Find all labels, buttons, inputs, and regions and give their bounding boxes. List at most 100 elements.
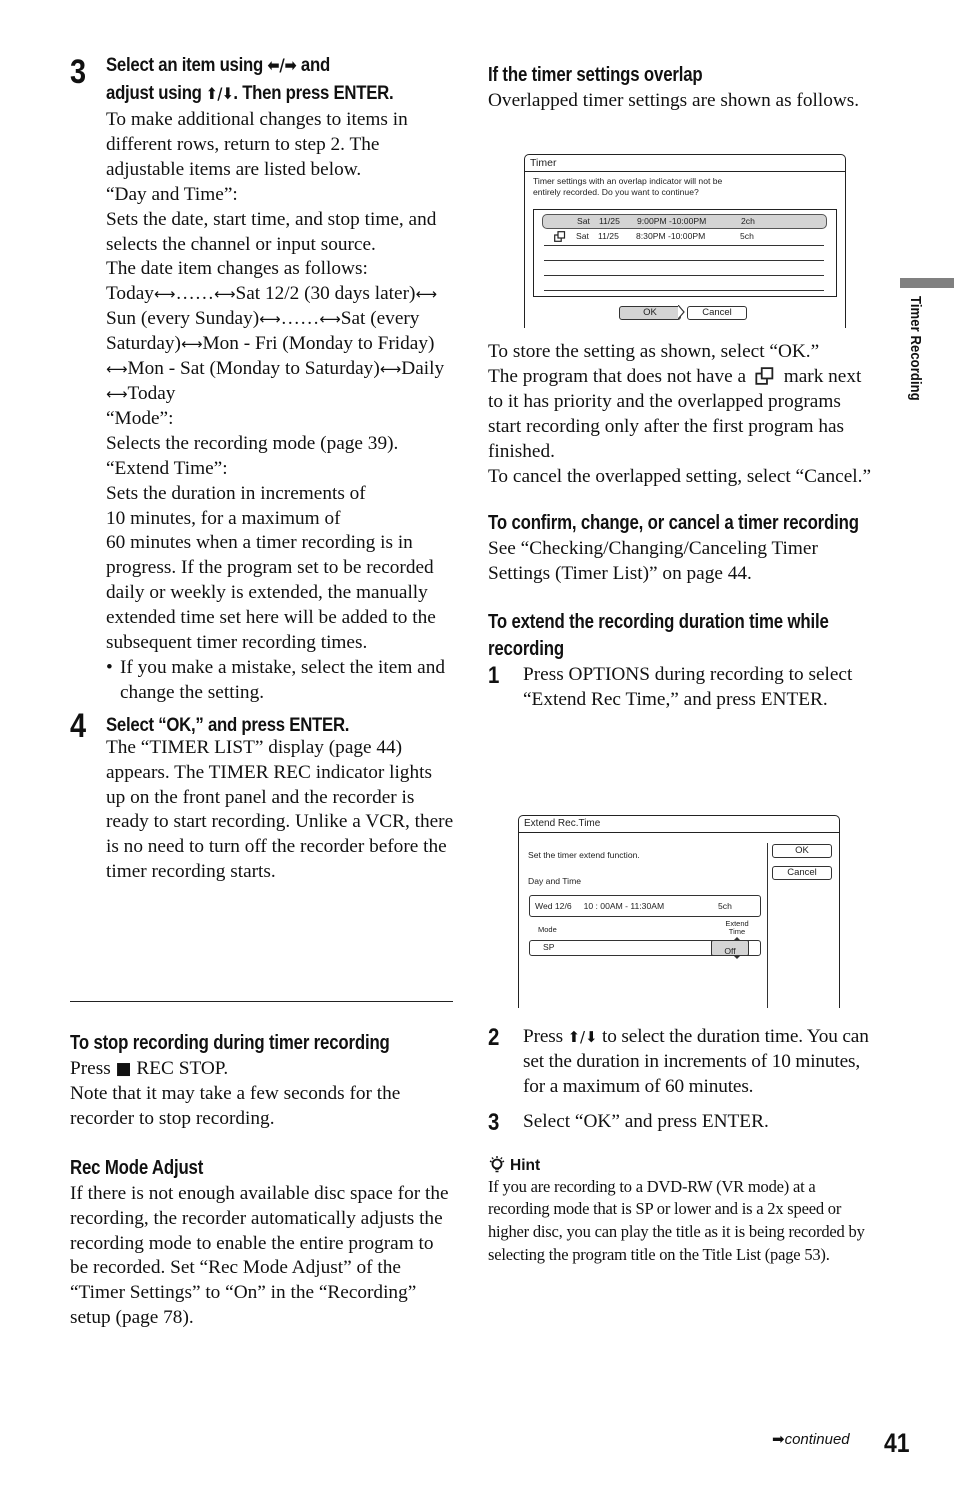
- step-number: 3: [488, 1108, 500, 1136]
- extend-label: “Extend Time”:: [106, 457, 228, 479]
- page-number: 41: [884, 1428, 910, 1458]
- screen-title: Extend Rec.Time: [519, 816, 839, 833]
- left-right-arrow-icon: ⟷: [379, 360, 402, 379]
- step-number: 3: [70, 53, 87, 91]
- paragraph: The date item changes as follows:: [106, 258, 368, 280]
- overlap-icon: [755, 367, 774, 385]
- left-right-arrow-icon: ⟷: [214, 285, 236, 304]
- stop-section: To stop recording during timer recording…: [70, 1030, 455, 1331]
- date-sequence: Today ⟷ …… ⟷ Sat 12/2 (30 days later) ⟷ …: [106, 282, 455, 407]
- continued-indicator: ➡continued: [772, 1430, 850, 1448]
- row-divider: [544, 260, 824, 261]
- day-time-field[interactable]: Wed 12/6 10 : 00AM - 11:30AM 5ch: [529, 895, 761, 917]
- screen-title: Timer: [525, 155, 845, 172]
- mode-label: “Mode”:: [106, 407, 174, 429]
- left-right-arrow-icon: ⟷: [415, 285, 437, 304]
- left-right-arrow-icon: ⟷: [153, 285, 176, 304]
- extend-desc: 60 minutes when a timer recording is in …: [106, 532, 436, 654]
- section-heading: To extend the recording duration time wh…: [488, 611, 829, 661]
- date-option: Sun (every Sunday): [106, 308, 260, 330]
- hint-heading: Hint: [488, 1155, 878, 1176]
- step-number: 4: [70, 706, 87, 745]
- date-option: ……: [175, 283, 214, 305]
- extend-time-label: Extend Time: [725, 919, 749, 936]
- step-title: Select an item using ⬅/➡ and adjust usin…: [106, 54, 394, 104]
- date-option: Mon - Sat (Monday to Saturday): [127, 358, 380, 380]
- screen-message: Set the timer extend function.: [528, 850, 640, 860]
- paragraph: To make additional changes to items in d…: [106, 109, 408, 180]
- right-arrow-icon: ➡: [772, 1430, 785, 1448]
- left-right-arrow-icon: ⟷: [180, 335, 203, 354]
- mode-desc: Selects the recording mode (page 39).: [106, 432, 399, 454]
- timer-row[interactable]: Sat 11/25 8:30PM -10:00PM 5ch: [542, 230, 825, 243]
- left-right-arrow-icon: ⟷: [106, 360, 128, 379]
- down-arrow-icon: [733, 955, 741, 959]
- step-number: 2: [488, 1024, 500, 1051]
- left-right-arrow-icon: ⟷: [319, 310, 341, 329]
- step-4-body: The “TIMER LIST” display (page 44) appea…: [106, 736, 454, 883]
- mode-label: Mode: [538, 925, 557, 934]
- up-down-arrows-icon: ⬆/⬇: [206, 84, 234, 103]
- step-3: 3 Select an item using ⬅/➡ and adjust us…: [70, 52, 455, 104]
- paragraph: To store the setting as shown, select “O…: [488, 341, 820, 362]
- hint-body: If you are recording to a DVD-RW (VR mod…: [488, 1176, 865, 1264]
- date-option: Today: [106, 283, 154, 305]
- button-panel-divider: [767, 843, 768, 1008]
- date-option: Sat 12/2 (30 days later): [235, 283, 416, 305]
- left-right-arrow-icon: ⟷: [259, 310, 281, 329]
- paragraph: “Day and Time”:: [106, 183, 238, 205]
- date-option: Today: [127, 382, 176, 404]
- extend-desc: Sets the duration in increments of: [106, 482, 366, 504]
- left-right-arrow-icon: ⟷: [106, 384, 128, 403]
- overlap-section: If the timer settings overlap Overlapped…: [488, 62, 873, 114]
- overlap-intro: Overlapped timer settings are shown as f…: [488, 90, 860, 111]
- stop-line-2: Note that it may take a few seconds for …: [70, 1082, 401, 1129]
- extend-rec-time-screen: Extend Rec.Time Set the timer extend fun…: [518, 815, 840, 1008]
- cancel-button[interactable]: Cancel: [687, 306, 747, 320]
- cancel-button[interactable]: Cancel: [772, 866, 832, 880]
- extend-step-3: 3 Select “OK” and press ENTER.: [488, 1108, 769, 1136]
- step-4: 4 Select “OK,” and press ENTER.: [70, 708, 455, 744]
- lightbulb-icon: [489, 1155, 505, 1172]
- paragraph: Sets the date, start time, and stop time…: [106, 208, 437, 255]
- left-right-arrows-icon: ⬅/➡: [267, 56, 297, 76]
- paragraph: To cancel the overlapped setting, select…: [488, 465, 872, 487]
- timer-list: Sat 11/25 9:00PM -10:00PM 2ch Sat 11/25 …: [533, 209, 837, 297]
- extend-steps: 2 Press ⬆/⬇ to select the duration time.…: [488, 1025, 878, 1266]
- bullet-note: If you make a mistake, select the item a…: [106, 656, 455, 706]
- left-column: 3 Select an item using ⬅/➡ and adjust us…: [70, 52, 455, 885]
- timer-row[interactable]: Sat 11/25 9:00PM -10:00PM 2ch: [542, 214, 827, 229]
- confirm-body: See “Checking/Changing/Canceling Timer S…: [488, 538, 818, 585]
- up-arrow-icon: [733, 937, 741, 941]
- hint-box: Hint If you are recording to a DVD-RW (V…: [488, 1155, 878, 1267]
- up-down-arrows-icon: ⬆/⬇: [567, 1028, 598, 1046]
- day-time-label: Day and Time: [528, 876, 582, 886]
- section-heading: If the timer settings overlap: [488, 64, 703, 86]
- stop-line-1: Press ■ REC STOP.: [70, 1058, 229, 1079]
- date-option: Mon - Fri (Monday to Friday): [202, 333, 435, 355]
- section-heading: To stop recording during timer recording: [70, 1032, 390, 1054]
- step-number: 1: [488, 662, 500, 690]
- extend-step-2: 2 Press ⬆/⬇ to select the duration time.…: [488, 1024, 869, 1097]
- section-heading: To confirm, change, or cancel a timer re…: [488, 512, 859, 535]
- paragraph: The program that does not have a mark ne…: [488, 365, 862, 462]
- timer-overlap-screen: Timer Timer settings with an overlap ind…: [524, 154, 846, 328]
- extend-time-selector[interactable]: Off: [711, 940, 749, 956]
- rec-mode-body: If there is not enough available disc sp…: [70, 1182, 449, 1329]
- ok-button[interactable]: OK: [772, 844, 832, 858]
- section-heading: Rec Mode Adjust: [70, 1156, 204, 1179]
- stop-icon: ■: [115, 1059, 132, 1079]
- ok-button[interactable]: OK: [619, 306, 681, 320]
- section-divider: [70, 1001, 453, 1002]
- row-divider: [544, 275, 824, 276]
- focus-arrow-icon: [678, 305, 685, 319]
- screen-message: Timer settings with an overlap indicator…: [533, 176, 723, 197]
- overlap-icon: [554, 231, 566, 242]
- row-divider: [544, 245, 824, 246]
- date-option: ……: [280, 308, 320, 330]
- row-divider: [544, 290, 824, 291]
- section-tab-label: Timer Recording: [907, 296, 923, 401]
- step-3-body: To make additional changes to items in d…: [106, 108, 455, 706]
- date-option: Daily: [401, 358, 445, 380]
- extend-step-1: 1 Press OPTIONS during recording to sele…: [488, 662, 853, 711]
